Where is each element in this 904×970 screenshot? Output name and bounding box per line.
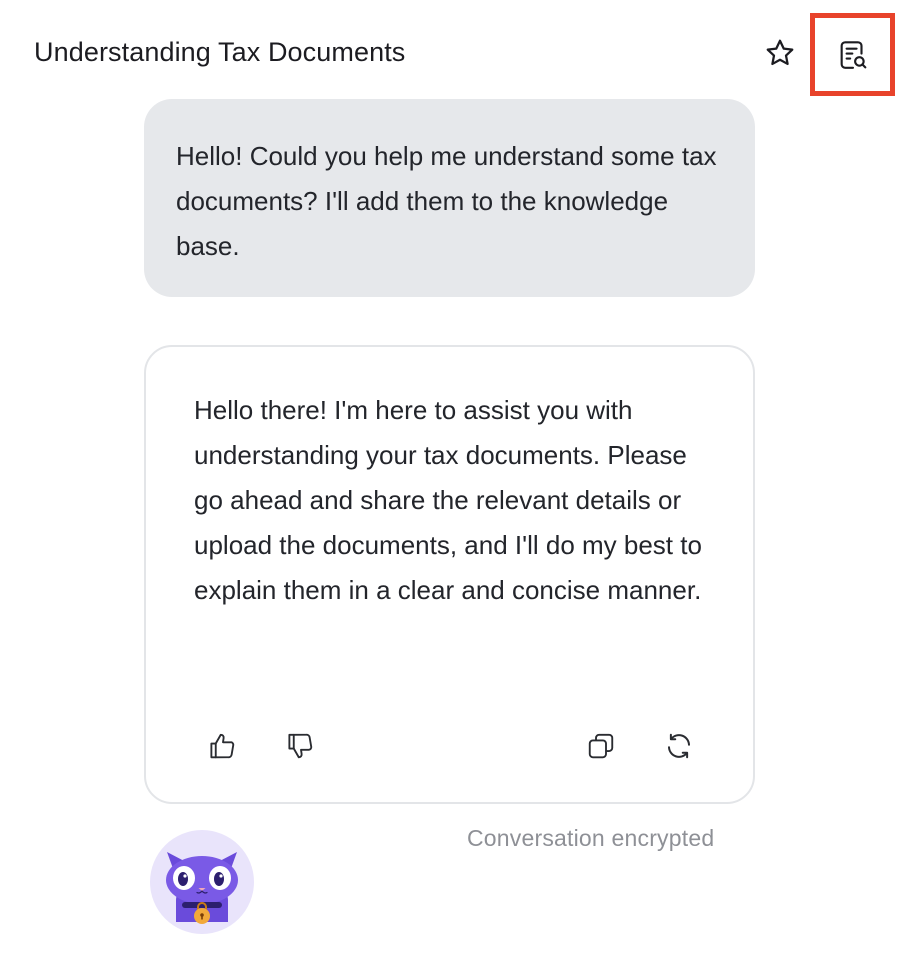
star-icon (766, 39, 794, 66)
conversation-title: Understanding Tax Documents (34, 37, 406, 67)
chat-page: Understanding Tax Documents Hello! Could… (0, 0, 904, 970)
user-message-text: Hello! Could you help me understand some… (176, 141, 717, 261)
document-search-icon (840, 40, 866, 69)
thumbs-down-icon (288, 733, 313, 759)
assistant-avatar (150, 830, 254, 934)
thumbs-up-icon (210, 733, 235, 759)
assistant-message: Hello there! I'm here to assist you with… (144, 345, 755, 804)
copy-icon (588, 733, 614, 759)
favorite-button[interactable] (760, 33, 800, 73)
thumbs-up-button[interactable] (202, 726, 242, 766)
regenerate-button[interactable] (659, 726, 699, 766)
cat-mascot-icon (150, 830, 254, 934)
copy-button[interactable] (581, 726, 621, 766)
regenerate-icon (668, 733, 690, 759)
thumbs-down-button[interactable] (280, 726, 320, 766)
encryption-status: Conversation encrypted (467, 825, 715, 851)
user-message: Hello! Could you help me understand some… (144, 99, 755, 297)
knowledge-base-button[interactable] (810, 13, 895, 96)
assistant-message-text: Hello there! I'm here to assist you with… (194, 395, 702, 605)
